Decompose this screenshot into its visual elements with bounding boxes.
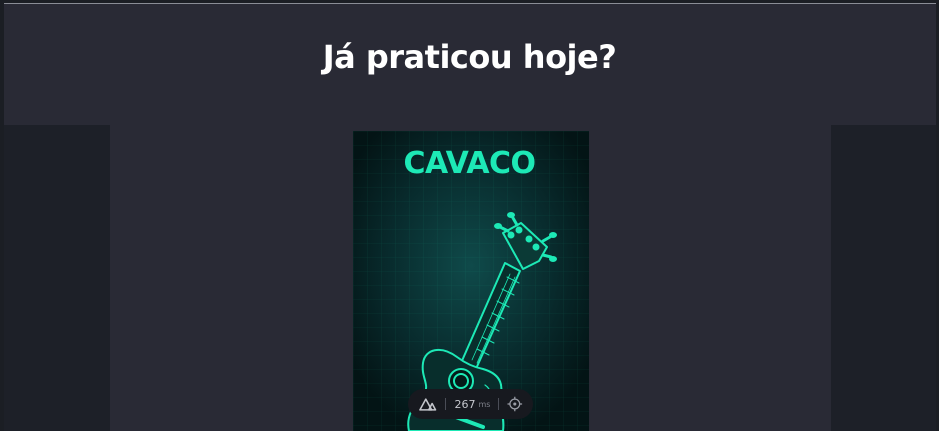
performance-badge[interactable]: 267 ms: [408, 389, 533, 419]
badge-divider: [498, 398, 500, 410]
card-title: CAVACO: [403, 146, 536, 181]
nuxt-logo-icon: [419, 398, 437, 411]
page-title: Já praticou hoje?: [322, 38, 617, 76]
crosshair-icon[interactable]: [507, 396, 523, 412]
response-time-value: 267: [454, 397, 476, 411]
response-time-unit: ms: [478, 399, 491, 409]
badge-divider: [445, 398, 447, 410]
window-top-border: [0, 0, 939, 4]
